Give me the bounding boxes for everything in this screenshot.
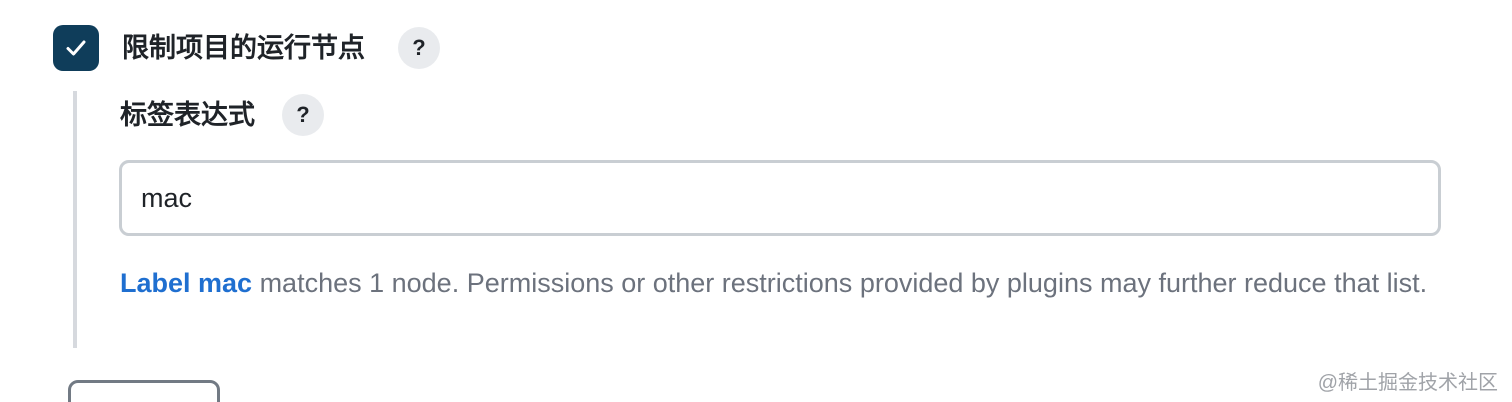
label-link[interactable]: Label mac bbox=[120, 268, 252, 298]
label-expression-input[interactable] bbox=[119, 160, 1441, 236]
label-match-description: Label mac matches 1 node. Permissions or… bbox=[120, 262, 1450, 305]
label-expression-label: 标签表达式 bbox=[120, 100, 255, 130]
checkmark-icon bbox=[66, 40, 86, 56]
label-match-text: matches 1 node. Permissions or other res… bbox=[252, 268, 1428, 298]
restrict-node-checkbox[interactable] bbox=[53, 25, 99, 71]
watermark: @稀土掘金技术社区 bbox=[1317, 372, 1498, 394]
restrict-help-icon[interactable]: ? bbox=[398, 27, 440, 69]
page: 限制项目的运行节点 ? 标签表达式 ? Label mac matches 1 … bbox=[0, 0, 1512, 402]
label-expression-help-icon[interactable]: ? bbox=[282, 94, 324, 136]
restrict-node-label: 限制项目的运行节点 bbox=[122, 33, 365, 63]
partial-button[interactable] bbox=[68, 380, 220, 402]
nested-section-border bbox=[73, 91, 77, 348]
